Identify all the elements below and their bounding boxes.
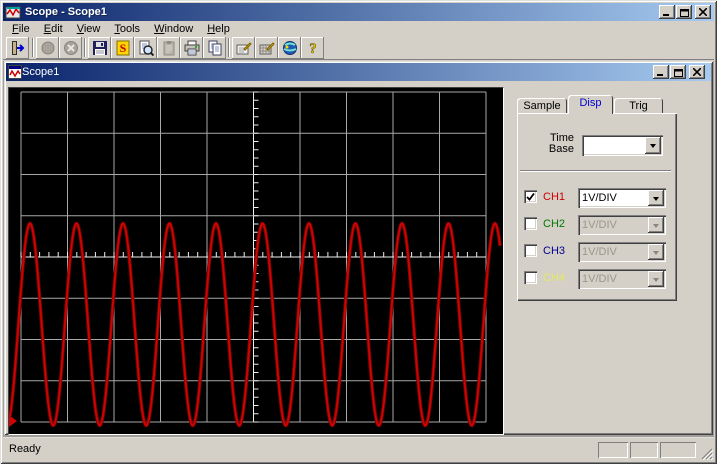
maximize-icon — [680, 8, 689, 17]
ch4-label: CH4 — [543, 272, 565, 284]
status-bar: Ready — [3, 437, 714, 461]
child-close-button[interactable] — [689, 65, 705, 79]
ch2-volts-select: 1V/DIV — [578, 215, 666, 235]
close-button[interactable] — [695, 5, 711, 19]
copy-button[interactable] — [203, 37, 226, 59]
save-icon — [92, 40, 108, 56]
minimize-icon — [657, 68, 665, 76]
ch1-checkbox[interactable] — [524, 190, 537, 203]
menu-help[interactable]: Help — [200, 22, 237, 36]
toolbar-separator — [32, 38, 34, 57]
chevron-down-icon — [653, 278, 659, 285]
ch2-dropdown-button — [648, 217, 664, 233]
web-icon — [282, 40, 298, 56]
close-icon — [693, 68, 701, 76]
time-base-label: Time Base — [530, 133, 574, 155]
chevron-down-icon — [653, 224, 659, 231]
minimize-button[interactable] — [659, 5, 675, 19]
tab-sample[interactable]: Sample — [517, 98, 567, 113]
stop-button — [59, 37, 82, 59]
scope1-window-icon — [8, 65, 22, 79]
ch2-checkbox[interactable] — [524, 217, 537, 230]
print-preview-button[interactable] — [134, 37, 157, 59]
ch1-volts-select[interactable]: 1V/DIV — [578, 188, 666, 208]
toolbar: S — [3, 36, 714, 60]
maximize-button[interactable] — [676, 5, 692, 19]
panel-separator — [520, 170, 671, 172]
ch3-label: CH3 — [543, 245, 565, 257]
toolbar-separator — [228, 38, 230, 57]
edit-properties-button[interactable] — [232, 37, 255, 59]
status-panel — [660, 442, 696, 458]
record-button — [36, 37, 59, 59]
menu-window[interactable]: Window — [147, 22, 200, 36]
time-base-dropdown-button[interactable] — [645, 137, 661, 154]
main-titlebar[interactable]: Scope - Scope1 — [3, 3, 714, 21]
ch3-dropdown-button — [648, 244, 664, 260]
ch4-volts-select: 1V/DIV — [578, 269, 666, 289]
scope-settings-button[interactable]: S — [111, 37, 134, 59]
help-button[interactable]: ? — [301, 37, 324, 59]
menu-tools[interactable]: Tools — [107, 22, 147, 36]
save-button[interactable] — [88, 37, 111, 59]
window-title: Scope - Scope1 — [25, 6, 107, 18]
copy-icon — [207, 40, 223, 56]
child-maximize-button[interactable] — [670, 65, 686, 79]
svg-text:S: S — [119, 41, 126, 55]
edit-card-icon — [236, 40, 252, 56]
application-window: Scope - Scope1 File Edit View Tools Wind… — [0, 0, 717, 464]
ch4-dropdown-button — [648, 271, 664, 287]
close-icon — [699, 8, 707, 16]
scope1-titlebar[interactable]: Scope1 — [6, 63, 711, 81]
status-panel — [598, 442, 628, 458]
scope-s-icon: S — [115, 40, 131, 56]
chevron-down-icon — [653, 251, 659, 258]
edit-grid-button[interactable] — [255, 37, 278, 59]
app-icon — [5, 4, 21, 20]
scope1-window: Scope1 Sample Disp — [4, 61, 713, 435]
scope1-title: Scope1 — [22, 66, 59, 78]
check-icon — [525, 191, 536, 202]
maximize-icon — [674, 68, 683, 77]
scope1-client: Sample Disp Trig Time Base CH1 — [6, 81, 711, 433]
tab-disp[interactable]: Disp — [568, 95, 613, 114]
toolbar-separator — [84, 38, 86, 57]
status-message: Ready — [9, 443, 41, 455]
help-icon: ? — [305, 40, 321, 56]
menu-view[interactable]: View — [70, 22, 108, 36]
chevron-down-icon — [650, 144, 656, 151]
stop-icon — [63, 40, 79, 56]
mdi-area: Scope1 Sample Disp — [3, 61, 714, 437]
paste-icon — [161, 40, 177, 56]
child-minimize-button[interactable] — [653, 65, 669, 79]
menu-file[interactable]: File — [5, 22, 37, 36]
record-icon — [40, 40, 56, 56]
menu-edit[interactable]: Edit — [37, 22, 70, 36]
ch1-label: CH1 — [543, 191, 565, 203]
status-panel — [630, 442, 658, 458]
menu-bar: File Edit View Tools Window Help — [3, 21, 714, 36]
exit-icon — [10, 40, 26, 56]
print-icon — [184, 40, 200, 56]
exit-button[interactable] — [6, 37, 29, 59]
oscilloscope-display — [8, 87, 504, 435]
paste-button — [157, 37, 180, 59]
web-button[interactable] — [278, 37, 301, 59]
scope-svg — [9, 88, 503, 434]
time-base-select[interactable] — [582, 135, 663, 156]
ch2-label: CH2 — [543, 218, 565, 230]
print-preview-icon — [138, 40, 154, 56]
chevron-down-icon — [653, 197, 659, 204]
edit-grid-icon — [259, 40, 275, 56]
ch3-checkbox[interactable] — [524, 244, 537, 257]
svg-text:?: ? — [309, 41, 317, 56]
tab-trig[interactable]: Trig — [614, 98, 663, 113]
ch1-dropdown-button[interactable] — [648, 190, 664, 206]
ch3-volts-select: 1V/DIV — [578, 242, 666, 262]
resize-grip[interactable] — [700, 447, 713, 460]
ch4-checkbox[interactable] — [524, 271, 537, 284]
print-button[interactable] — [180, 37, 203, 59]
minimize-icon — [663, 8, 671, 16]
